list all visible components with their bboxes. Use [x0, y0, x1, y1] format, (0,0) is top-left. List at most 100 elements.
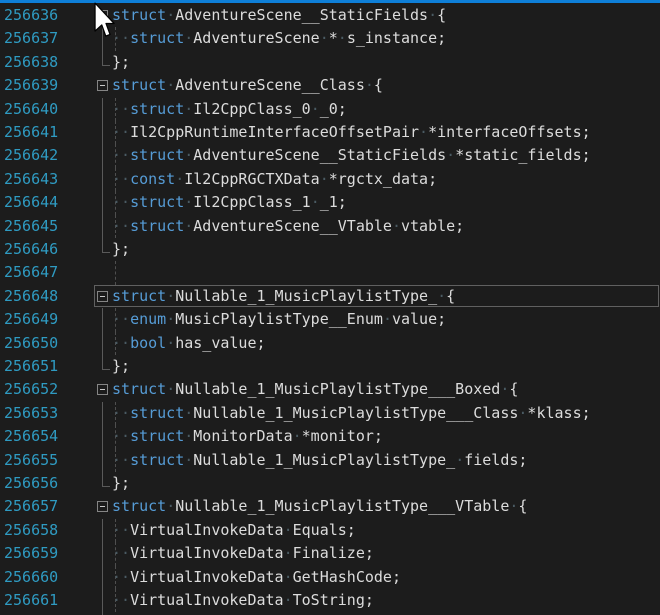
code-text[interactable]: struct·Nullable_1_MusicPlaylistType_·{ — [112, 285, 455, 308]
code-line[interactable]: 256654 ··struct·MonitorData·*monitor; — [0, 425, 660, 448]
code-line[interactable]: 256659 ··VirtualInvokeData·Finalize; — [0, 542, 660, 565]
code-line[interactable]: 256652struct·Nullable_1_MusicPlaylistTyp… — [0, 378, 660, 401]
fold-scope-line — [102, 308, 103, 331]
whitespace-dot: · — [437, 287, 446, 305]
code-line[interactable]: 256640··struct·Il2CppClass_0·_0; — [0, 98, 660, 121]
code-text[interactable]: ··struct·AdventureScene__VTable·vtable; — [112, 215, 464, 238]
fold-scope-line — [102, 191, 103, 214]
code-line[interactable]: 256647 — [0, 261, 660, 284]
identifier-token: Il2CppRGCTXData — [184, 170, 319, 188]
identifier-token: AdventureScene__VTable — [193, 217, 392, 235]
identifier-token: { — [446, 287, 455, 305]
whitespace-dot: · — [284, 568, 293, 586]
line-number: 256642 — [4, 144, 62, 167]
code-text[interactable]: struct·AdventureScene__StaticFields·{ — [112, 4, 446, 27]
whitespace-dot: · — [311, 100, 320, 118]
code-text[interactable]: }; — [112, 51, 130, 74]
identifier-token: AdventureScene__Class — [175, 76, 365, 94]
identifier-token: }; — [112, 53, 130, 71]
keyword-token: struct — [112, 76, 166, 94]
code-text[interactable]: ··struct·Il2CppClass_1·_1; — [112, 191, 347, 214]
code-text[interactable]: ··VirtualInvokeData·Finalize; — [112, 542, 374, 565]
code-text[interactable]: ··VirtualInvokeData·GetHashCode; — [112, 566, 401, 589]
code-text[interactable]: struct·Nullable_1_MusicPlaylistType___VT… — [112, 495, 527, 518]
code-text[interactable]: ··struct·Nullable_1_MusicPlaylistType___… — [112, 402, 591, 425]
code-text[interactable]: ··enum·MusicPlaylistType__Enum·value; — [112, 308, 446, 331]
code-line[interactable]: 256655··struct·Nullable_1_MusicPlaylistT… — [0, 449, 660, 472]
code-text[interactable]: ··VirtualInvokeData·ToString; — [112, 589, 374, 612]
whitespace-dot: ·· — [112, 591, 130, 609]
code-line[interactable]: 256661··VirtualInvokeData·ToString; — [0, 589, 660, 612]
code-line[interactable]: 256639struct·AdventureScene__Class·{ — [0, 74, 660, 97]
code-line[interactable]: 256644··struct·Il2CppClass_1·_1; — [0, 191, 660, 214]
keyword-token: bool — [130, 334, 166, 352]
line-number: 256637 — [4, 27, 62, 50]
identifier-token: }; — [112, 474, 130, 492]
code-line[interactable]: 256656}; — [0, 472, 660, 495]
line-number: 256651 — [4, 355, 62, 378]
code-text[interactable]: ··const·Il2CppRGCTXData·*rgctx_data; — [112, 168, 437, 191]
whitespace-dot: ·· — [112, 193, 130, 211]
fold-scope-line — [102, 425, 103, 448]
code-text[interactable]: ··struct·MonitorData·*monitor; — [112, 425, 383, 448]
code-editor-pane[interactable]: 256636struct·AdventureScene__StaticField… — [0, 3, 660, 615]
code-line[interactable]: 256649··enum·MusicPlaylistType__Enum·val… — [0, 308, 660, 331]
code-line[interactable]: 256641··Il2CppRuntimeInterfaceOffsetPair… — [0, 121, 660, 144]
code-line[interactable]: 256638}; — [0, 51, 660, 74]
whitespace-dot: · — [365, 76, 374, 94]
identifier-token: *static_fields; — [455, 146, 590, 164]
code-text[interactable]: }; — [112, 238, 130, 261]
code-line[interactable]: 256648struct·Nullable_1_MusicPlaylistTyp… — [0, 285, 660, 308]
keyword-token: struct — [130, 29, 184, 47]
indent-guide — [115, 261, 116, 284]
code-line[interactable]: 256660··VirtualInvokeData·GetHashCode; — [0, 566, 660, 589]
code-line[interactable]: 256653 ··struct·Nullable_1_MusicPlaylistT… — [0, 402, 660, 425]
keyword-token: struct — [112, 497, 166, 515]
code-line[interactable]: 256650 ··bool·has_value; — [0, 332, 660, 355]
code-text[interactable]: ··VirtualInvokeData·Equals; — [112, 519, 356, 542]
keyword-token: struct — [112, 380, 166, 398]
code-text[interactable]: struct·Nullable_1_MusicPlaylistType___Bo… — [112, 378, 518, 401]
code-line[interactable]: 256645··struct·AdventureScene__VTable·vt… — [0, 215, 660, 238]
code-text[interactable]: struct·AdventureScene__Class·{ — [112, 74, 383, 97]
whitespace-dot: · — [184, 193, 193, 211]
code-line[interactable]: 256642 ··struct·AdventureScene__StaticFie… — [0, 144, 660, 167]
whitespace-dot: ·· — [112, 568, 130, 586]
code-text[interactable]: ··struct·AdventureScene__StaticFields·*s… — [112, 144, 591, 167]
code-line[interactable]: 256657struct·Nullable_1_MusicPlaylistTyp… — [0, 495, 660, 518]
whitespace-dot: · — [392, 217, 401, 235]
whitespace-dot: · — [311, 193, 320, 211]
line-number: 256659 — [4, 542, 62, 565]
line-number: 256653 — [4, 402, 62, 425]
fold-scope-end — [102, 238, 110, 253]
code-text[interactable]: }; — [112, 355, 130, 378]
keyword-token: struct — [130, 451, 184, 469]
fold-collapse-icon[interactable] — [97, 291, 108, 302]
code-text[interactable]: ··struct·Il2CppClass_0·_0; — [112, 98, 347, 121]
whitespace-dot: ·· — [112, 217, 130, 235]
code-line[interactable]: 256651}; — [0, 355, 660, 378]
fold-collapse-icon[interactable] — [97, 501, 108, 512]
whitespace-dot: ·· — [112, 123, 130, 141]
keyword-token: struct — [130, 217, 184, 235]
fold-collapse-icon[interactable] — [97, 384, 108, 395]
code-text[interactable]: ··struct·Nullable_1_MusicPlaylistType_·f… — [112, 449, 527, 472]
code-line[interactable]: 256658··VirtualInvokeData·Equals; — [0, 519, 660, 542]
line-number: 256643 — [4, 168, 62, 191]
code-line[interactable]: 256646}; — [0, 238, 660, 261]
code-text[interactable]: }; — [112, 472, 130, 495]
line-number: 256650 — [4, 332, 62, 355]
code-text[interactable]: ··struct·AdventureScene·*·s_instance; — [112, 27, 446, 50]
code-text[interactable]: ··Il2CppRuntimeInterfaceOffsetPair·*inte… — [112, 121, 591, 144]
whitespace-dot: ·· — [112, 451, 130, 469]
whitespace-dot: ·· — [112, 404, 130, 422]
code-text[interactable]: ··bool·has_value; — [112, 332, 266, 355]
minus-glyph — [100, 506, 105, 507]
minus-glyph — [100, 85, 105, 86]
line-number: 256654 — [4, 425, 62, 448]
identifier-token: value; — [392, 310, 446, 328]
fold-collapse-icon[interactable] — [97, 80, 108, 91]
code-line[interactable]: 256643 ··const·Il2CppRGCTXData·*rgctx_dat… — [0, 168, 660, 191]
minus-glyph — [100, 296, 105, 297]
whitespace-dot: · — [175, 170, 184, 188]
